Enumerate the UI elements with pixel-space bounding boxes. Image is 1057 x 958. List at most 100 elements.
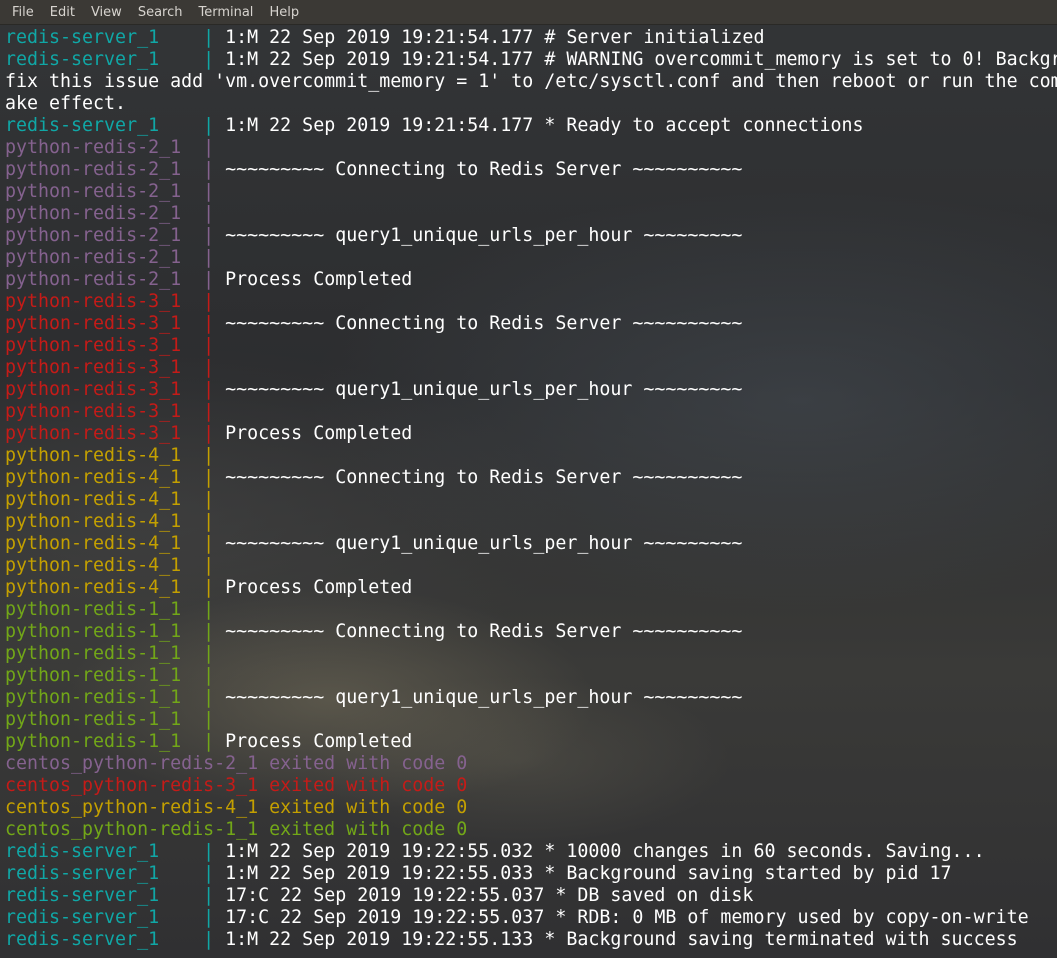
terminal-line: python-redis-1_1 | (5, 665, 1057, 687)
terminal-line: python-redis-2_1 | (5, 203, 1057, 225)
container-name-prefix: python-redis-3_1 | (5, 401, 226, 422)
log-message: 17:C 22 Sep 2019 19:22:55.037 * RDB: 0 M… (225, 907, 1029, 928)
container-name-prefix: redis-server_1 | (5, 841, 226, 862)
container-name-prefix: redis-server_1 | (5, 907, 226, 928)
terminal-line: python-redis-4_1 | (5, 555, 1057, 577)
container-name-prefix: python-redis-4_1 | (5, 533, 226, 554)
container-name-prefix: redis-server_1 | (5, 27, 226, 48)
terminal-line: python-redis-2_1 | (5, 247, 1057, 269)
terminal-line: python-redis-4_1 | ~~~~~~~~~ query1_uniq… (5, 533, 1057, 555)
terminal-line: python-redis-2_1 | (5, 181, 1057, 203)
container-name-prefix: python-redis-1_1 | (5, 709, 226, 730)
terminal-line: redis-server_1 | 1:M 22 Sep 2019 19:22:5… (5, 929, 1057, 951)
terminal-line: python-redis-1_1 | ~~~~~~~~~ query1_uniq… (5, 687, 1057, 709)
container-name-prefix: centos_python-redis-4_1 exited with code… (5, 797, 468, 818)
menu-edit[interactable]: Edit (42, 0, 83, 25)
terminal-line: python-redis-2_1 | ~~~~~~~~~ query1_uniq… (5, 225, 1057, 247)
log-message: ~~~~~~~~~ Connecting to Redis Server ~~~… (225, 621, 743, 642)
log-message: Process Completed (225, 423, 413, 444)
terminal-line: python-redis-3_1 | (5, 357, 1057, 379)
container-name-prefix: python-redis-1_1 | (5, 643, 226, 664)
log-message: 17:C 22 Sep 2019 19:22:55.037 * DB saved… (225, 885, 754, 906)
terminal-line: redis-server_1 | 1:M 22 Sep 2019 19:21:5… (5, 115, 1057, 137)
terminal-line: centos_python-redis-2_1 exited with code… (5, 753, 1057, 775)
terminal-line: python-redis-1_1 | (5, 709, 1057, 731)
menu-help[interactable]: Help (261, 0, 307, 25)
log-message: fix this issue add 'vm.overcommit_memory… (5, 71, 1057, 92)
container-name-prefix: centos_python-redis-2_1 exited with code… (5, 753, 468, 774)
terminal-line: redis-server_1 | 17:C 22 Sep 2019 19:22:… (5, 885, 1057, 907)
terminal-line: python-redis-3_1 | (5, 291, 1057, 313)
container-name-prefix: python-redis-4_1 | (5, 511, 226, 532)
container-name-prefix: python-redis-1_1 | (5, 621, 226, 642)
terminal-line: centos_python-redis-4_1 exited with code… (5, 797, 1057, 819)
terminal-line: redis-server_1 | 17:C 22 Sep 2019 19:22:… (5, 907, 1057, 929)
container-name-prefix: centos_python-redis-3_1 exited with code… (5, 775, 468, 796)
container-name-prefix: python-redis-3_1 | (5, 291, 226, 312)
container-name-prefix: python-redis-2_1 | (5, 159, 226, 180)
container-name-prefix: redis-server_1 | (5, 885, 226, 906)
container-name-prefix: python-redis-1_1 | (5, 687, 226, 708)
container-name-prefix: python-redis-4_1 | (5, 445, 226, 466)
terminal-line: python-redis-4_1 | Process Completed (5, 577, 1057, 599)
terminal-line: centos_python-redis-1_1 exited with code… (5, 819, 1057, 841)
container-name-prefix: python-redis-2_1 | (5, 247, 226, 268)
terminal-line: python-redis-3_1 | (5, 401, 1057, 423)
container-name-prefix: python-redis-3_1 | (5, 313, 226, 334)
menu-view[interactable]: View (83, 0, 130, 25)
terminal-line: python-redis-1_1 | (5, 643, 1057, 665)
container-name-prefix: centos_python-redis-1_1 exited with code… (5, 819, 468, 840)
terminal-line: python-redis-3_1 | ~~~~~~~~~ Connecting … (5, 313, 1057, 335)
container-name-prefix: python-redis-4_1 | (5, 467, 226, 488)
container-name-prefix: python-redis-1_1 | (5, 599, 226, 620)
log-message: 1:M 22 Sep 2019 19:21:54.177 # WARNING o… (225, 49, 1057, 70)
log-message: ~~~~~~~~~ Connecting to Redis Server ~~~… (225, 159, 743, 180)
terminal-line: ake effect. (5, 93, 1057, 115)
container-name-prefix: python-redis-4_1 | (5, 577, 226, 598)
menu-bar: File Edit View Search Terminal Help (0, 0, 1057, 25)
container-name-prefix: python-redis-3_1 | (5, 379, 226, 400)
container-name-prefix: python-redis-2_1 | (5, 225, 226, 246)
terminal-line: python-redis-4_1 | ~~~~~~~~~ Connecting … (5, 467, 1057, 489)
container-name-prefix: python-redis-2_1 | (5, 269, 226, 290)
log-message: ~~~~~~~~~ query1_unique_urls_per_hour ~~… (225, 379, 743, 400)
container-name-prefix: redis-server_1 | (5, 115, 226, 136)
log-message: ~~~~~~~~~ query1_unique_urls_per_hour ~~… (225, 533, 743, 554)
log-message: 1:M 22 Sep 2019 19:22:55.133 * Backgroun… (225, 929, 1018, 950)
container-name-prefix: python-redis-3_1 | (5, 335, 226, 356)
container-name-prefix: python-redis-2_1 | (5, 137, 226, 158)
terminal-line: python-redis-2_1 | Process Completed (5, 269, 1057, 291)
terminal-line: centos_python-redis-3_1 exited with code… (5, 775, 1057, 797)
container-name-prefix: python-redis-3_1 | (5, 423, 226, 444)
container-name-prefix: python-redis-3_1 | (5, 357, 226, 378)
log-message: 1:M 22 Sep 2019 19:22:55.033 * Backgroun… (225, 863, 952, 884)
log-message: Process Completed (225, 731, 413, 752)
container-name-prefix: python-redis-2_1 | (5, 181, 226, 202)
container-name-prefix: python-redis-4_1 | (5, 489, 226, 510)
terminal-output[interactable]: redis-server_1 | 1:M 22 Sep 2019 19:21:5… (0, 27, 1057, 958)
log-message: ~~~~~~~~~ query1_unique_urls_per_hour ~~… (225, 225, 743, 246)
terminal-line: python-redis-3_1 | ~~~~~~~~~ query1_uniq… (5, 379, 1057, 401)
terminal-line: python-redis-1_1 | Process Completed (5, 731, 1057, 753)
container-name-prefix: python-redis-1_1 | (5, 731, 226, 752)
terminal-line: redis-server_1 | 1:M 22 Sep 2019 19:22:5… (5, 863, 1057, 885)
container-name-prefix: redis-server_1 | (5, 49, 226, 70)
container-name-prefix: python-redis-4_1 | (5, 555, 226, 576)
terminal-line: python-redis-2_1 | (5, 137, 1057, 159)
terminal-line: python-redis-3_1 | Process Completed (5, 423, 1057, 445)
log-message: 1:M 22 Sep 2019 19:22:55.032 * 10000 cha… (225, 841, 985, 862)
menu-file[interactable]: File (4, 0, 42, 25)
container-name-prefix: redis-server_1 | (5, 863, 226, 884)
log-message: ~~~~~~~~~ Connecting to Redis Server ~~~… (225, 467, 743, 488)
menu-terminal[interactable]: Terminal (190, 0, 261, 25)
terminal-window: File Edit View Search Terminal Help redi… (0, 0, 1057, 958)
log-message: Process Completed (225, 269, 413, 290)
container-name-prefix: python-redis-2_1 | (5, 203, 226, 224)
container-name-prefix: redis-server_1 | (5, 929, 226, 950)
terminal-line: python-redis-1_1 | ~~~~~~~~~ Connecting … (5, 621, 1057, 643)
log-message: Process Completed (225, 577, 413, 598)
terminal-line: redis-server_1 | 1:M 22 Sep 2019 19:21:5… (5, 49, 1057, 71)
log-message: ~~~~~~~~~ query1_unique_urls_per_hour ~~… (225, 687, 743, 708)
menu-search[interactable]: Search (130, 0, 191, 25)
container-name-prefix: python-redis-1_1 | (5, 665, 226, 686)
